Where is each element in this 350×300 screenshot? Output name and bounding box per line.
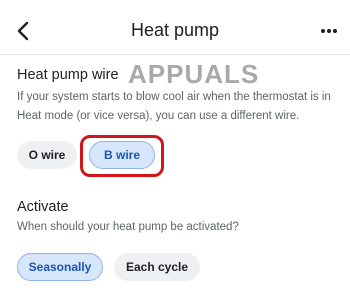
more-dots-icon xyxy=(321,29,337,33)
seasonally-chip[interactable]: Seasonally xyxy=(17,253,103,281)
watermark-text: APPUALS xyxy=(128,58,260,89)
more-options-button[interactable] xyxy=(316,18,342,44)
wire-section-title: Heat pump wire xyxy=(17,67,119,83)
each-cycle-chip[interactable]: Each cycle xyxy=(114,253,200,281)
highlight-annotation xyxy=(80,135,164,177)
activate-section-title: Activate xyxy=(17,199,69,215)
top-app-bar: Heat pump xyxy=(0,0,350,58)
wire-section-description: If your system starts to blow cool air w… xyxy=(17,91,331,122)
activate-section-description: When should your heat pump be activated? xyxy=(17,221,239,233)
o-wire-chip[interactable]: O wire xyxy=(17,141,77,169)
page-title: Heat pump xyxy=(130,20,220,40)
